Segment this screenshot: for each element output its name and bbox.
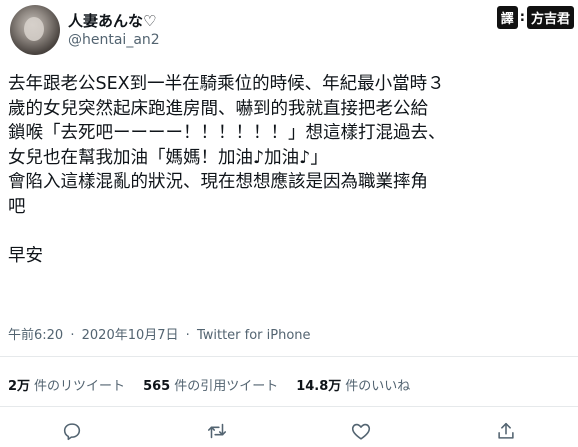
tweet-line: 歲的女兒突然起床跑進房間、嚇到的我就直接把老公給 [8,98,428,119]
watermark-translator-name: 方吉君 [526,6,574,29]
divider [0,406,578,407]
user-handle[interactable]: @hentai_an2 [68,32,160,48]
engagement-stats: 2万 件のリツイート 565 件の引用ツイート 14.8万 件のいいね [8,375,410,394]
reply-button[interactable] [52,416,92,446]
translator-watermark: 譯 : 方吉君 [496,6,574,29]
divider [0,356,578,357]
tweet-line: 去年跟老公SEX到一半在騎乘位的時候、年紀最小當時３ [8,74,445,94]
likes-stat[interactable]: 14.8万 件のいいね [296,375,410,394]
retweets-stat[interactable]: 2万 件のリツイート [8,375,125,394]
tweet-line: 女兒也在幫我加油「媽媽！加油♪加油♪」 [8,147,328,168]
avatar[interactable] [10,5,60,55]
like-button[interactable] [341,416,381,446]
display-name[interactable]: 人妻あんな♡ [68,10,156,31]
quotes-label: 件の引用ツイート [174,379,279,394]
watermark-translate-label: 譯 [496,6,518,29]
tweet-source[interactable]: Twitter for iPhone [197,328,311,343]
tweet-line: 吧 [8,196,26,217]
reply-icon [64,422,81,440]
retweet-button[interactable] [197,416,237,446]
tweet-closing: 早安 [8,245,43,266]
avatar-face [24,17,44,41]
quotes-stat[interactable]: 565 件の引用ツイート [143,375,278,394]
watermark-colon: : [519,10,525,25]
retweets-count: 2万 [8,379,31,394]
action-bar [0,414,578,447]
likes-label: 件のいいね [345,379,411,394]
tweet-date[interactable]: 2020年10月7日 [82,328,179,343]
tweet-text: 去年跟老公SEX到一半在騎乘位的時候、年紀最小當時３ 歲的女兒突然起床跑進房間、… [8,72,574,268]
retweet-icon [207,423,226,438]
tweet-time[interactable]: 午前6:20 [8,328,63,343]
quotes-count: 565 [143,379,171,394]
tweet-metadata: 午前6:20 · 2020年10月7日 · Twitter for iPhone [8,324,314,343]
tweet-line: 鎖喉「去死吧ーーーー！！！！！！」想這樣打混過去、 [8,123,446,143]
like-icon [352,423,371,440]
meta-separator: · [185,328,190,343]
tweet-line: 會陷入這樣混亂的狀況、現在想想應該是因為職業摔角 [8,172,428,192]
share-icon [498,422,514,439]
likes-count: 14.8万 [296,379,342,394]
retweets-label: 件のリツイート [34,379,126,394]
share-button[interactable] [486,416,526,446]
meta-separator: · [70,328,75,343]
